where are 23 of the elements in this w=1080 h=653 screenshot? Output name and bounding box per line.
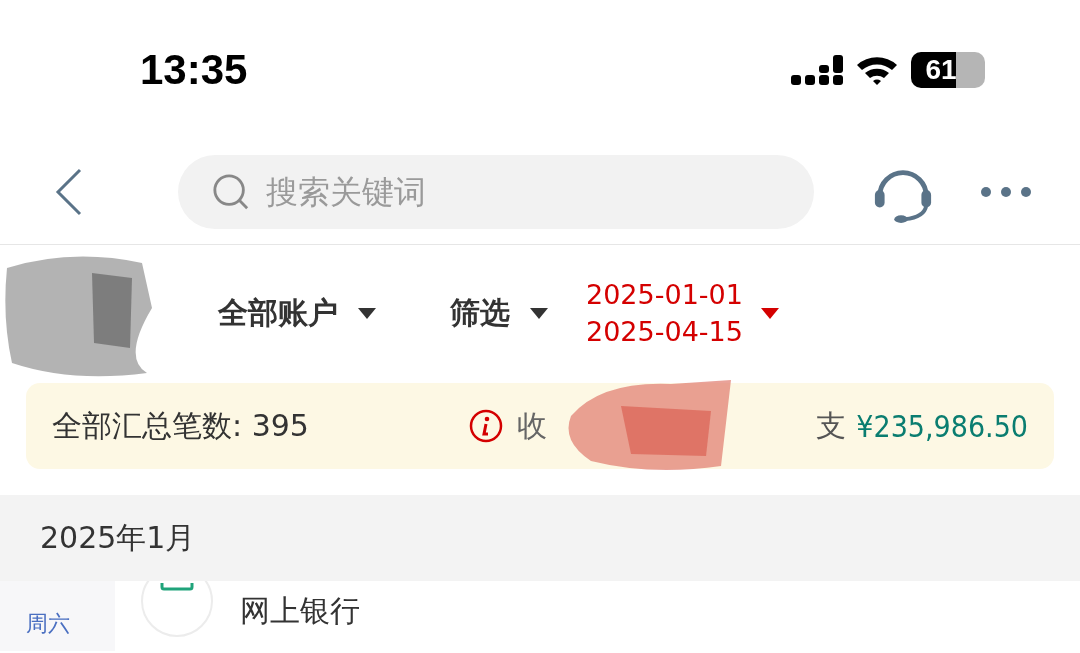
wifi-icon bbox=[855, 54, 899, 86]
weekday-text: 周六 bbox=[26, 610, 70, 638]
filter-dropdown[interactable]: 全部账户 bbox=[218, 292, 376, 334]
status-time: 13:35 bbox=[140, 46, 248, 94]
caret-icon bbox=[760, 307, 779, 319]
signal-icon bbox=[791, 55, 843, 85]
caret-icon bbox=[358, 307, 376, 319]
date-range-button[interactable]: 2025-01-01 2025-04-15 bbox=[586, 279, 779, 347]
date-text: 2025-04-15 bbox=[586, 316, 743, 347]
expense-label: 支 bbox=[816, 406, 847, 445]
search-input[interactable]: 搜索关键词 bbox=[264, 172, 764, 212]
expense-amount: ¥235,986.50 bbox=[856, 408, 1028, 444]
month-title: 2025年1月 bbox=[40, 518, 196, 557]
info-icon bbox=[468, 409, 503, 443]
transaction-title[interactable]: 网上银行 bbox=[240, 591, 360, 632]
search-icon bbox=[212, 173, 250, 211]
battery-indicator: 61 bbox=[911, 52, 985, 88]
filter-dropdown[interactable]: 筛选 bbox=[450, 292, 548, 334]
income-label: 收 bbox=[516, 406, 547, 445]
caret-icon bbox=[530, 307, 548, 319]
search-field[interactable]: 搜索关键词 bbox=[178, 155, 814, 229]
transaction-count: 全部汇总笔数: 395 bbox=[52, 406, 309, 445]
date-text: 2025-01-01 bbox=[586, 279, 743, 310]
